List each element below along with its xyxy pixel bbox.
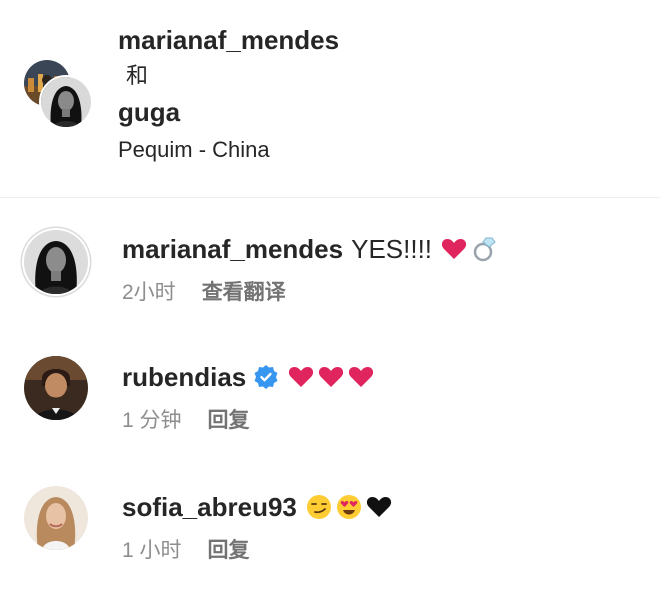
collab-conjunction: 和 <box>126 63 149 88</box>
comment-time: 1 小时 <box>122 539 182 562</box>
comment-body: rubendias 1 分钟 回复 <box>122 360 375 434</box>
post-author-username[interactable]: marianaf_mendes <box>118 22 339 58</box>
comment-time: 1 分钟 <box>122 409 182 432</box>
heart-emoji <box>349 367 374 387</box>
reply-button[interactable]: 回复 <box>208 404 250 434</box>
comment-body: marianaf_mendes YES!!!! 2小时 查看翻译 <box>122 232 498 306</box>
heart-emoji <box>289 367 314 387</box>
comment-username[interactable]: rubendias <box>122 360 246 394</box>
post-coauthor-username[interactable]: guga <box>118 94 339 130</box>
smirk-emoji <box>306 495 331 519</box>
comment-avatar[interactable] <box>24 486 88 550</box>
heart-emoji <box>319 367 344 387</box>
comment-emojis <box>305 493 393 521</box>
comment-text: YES!!!! <box>351 234 433 264</box>
heart-emoji <box>441 239 467 259</box>
avatar-marianaf-mendes[interactable] <box>39 75 93 129</box>
comment-body: sofia_abreu93 1 小时 回复 <box>122 490 393 564</box>
comment-time: 2小时 <box>122 281 176 304</box>
comment-avatar[interactable] <box>24 230 88 294</box>
post-location[interactable]: Pequim - China <box>118 134 339 166</box>
see-translation-button[interactable]: 查看翻译 <box>202 276 286 306</box>
header-divider <box>0 197 660 198</box>
ring-emoji <box>473 237 496 262</box>
post-header: marianaf_mendes 和 guga Pequim - China <box>0 0 660 197</box>
verified-badge-icon <box>254 365 278 389</box>
comment-avatar[interactable] <box>24 356 88 420</box>
heart-eyes-emoji <box>336 495 361 519</box>
comment-username[interactable]: sofia_abreu93 <box>122 490 297 524</box>
comment-emojis <box>440 235 498 263</box>
collab-avatars[interactable] <box>24 60 94 130</box>
comment-emojis <box>287 363 375 391</box>
black-heart-emoji <box>366 497 391 517</box>
reply-button[interactable]: 回复 <box>208 534 250 564</box>
post-header-text: marianaf_mendes 和 guga Pequim - China <box>118 22 339 166</box>
comment-username[interactable]: marianaf_mendes <box>122 232 343 266</box>
